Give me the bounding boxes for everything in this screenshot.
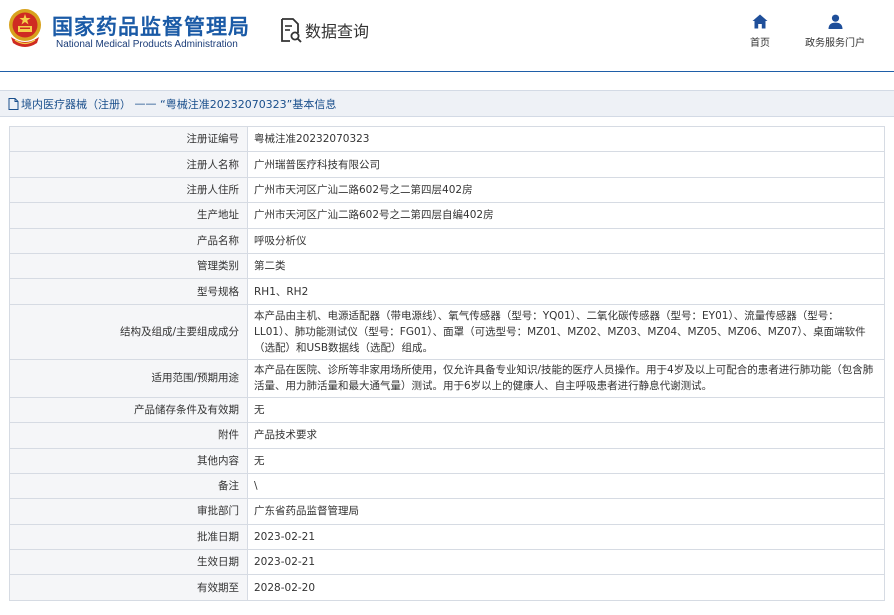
field-label: 适用范围/预期用途 [9,358,248,398]
field-value: 2023-02-21 [247,523,885,551]
field-value: 第二类 [247,252,885,280]
field-value: 2023-02-21 [247,549,885,576]
field-value: RH1、RH2 [247,278,885,305]
field-label: 注册证编号 [9,125,248,153]
nav-service-portal[interactable]: 政务服务门户 [800,14,870,49]
field-value: 广州瑞普医疗科技有限公司 [247,151,885,178]
field-value: 本产品由主机、电源适配器（带电源线）、氧气传感器（型号：YQ01）、二氧化碳传感… [247,303,885,360]
table-row: 管理类别 第二类 [9,252,885,280]
table-row: 产品储存条件及有效期 无 [9,396,885,424]
field-label: 结构及组成/主要组成成分 [9,303,248,360]
table-row: 备注 \ [9,472,885,500]
field-label: 注册人名称 [9,151,248,178]
field-value: \ [247,472,885,500]
table-row: 结构及组成/主要组成成分 本产品由主机、电源适配器（带电源线）、氧气传感器（型号… [9,303,885,360]
field-value: 无 [247,396,885,424]
nav-service-label: 政务服务门户 [805,38,865,49]
national-emblem-icon [9,9,41,47]
table-row: 附件 产品技术要求 [9,422,885,449]
field-label: 附件 [9,422,248,449]
field-label: 生产地址 [9,202,248,229]
table-row: 批准日期 2023-02-21 [9,523,885,551]
table-row: 有效期至 2028-02-20 [9,574,885,601]
field-label: 产品储存条件及有效期 [9,396,248,424]
table-row: 注册人住所 广州市天河区广汕二路602号之二第四层402房 [9,176,885,204]
site-subtitle: National Medical Products Administration [56,39,238,50]
table-row: 审批部门 广东省药品监督管理局 [9,498,885,525]
table-row: 注册人名称 广州瑞普医疗科技有限公司 [9,151,885,178]
field-label: 生效日期 [9,549,248,576]
site-header: 国家药品监督管理局 National Medical Products Admi… [0,0,894,72]
breadcrumb-category-link[interactable]: 境内医疗器械（注册） [21,96,131,112]
field-value: 呼吸分析仪 [247,227,885,254]
data-query-label: 数据查询 [305,22,370,41]
field-value: 粤械注准20232070323 [247,125,885,153]
data-query-title: 数据查询 [280,17,369,43]
table-row: 注册证编号 粤械注准20232070323 [9,125,885,153]
breadcrumb-separator: —— [131,97,160,110]
breadcrumb: 境内医疗器械（注册） —— “粤械注准20232070323”基本信息 [0,90,894,117]
field-value: 产品技术要求 [247,422,885,449]
breadcrumb-current: “粤械注准20232070323”基本信息 [160,97,337,111]
home-icon [752,14,768,29]
document-icon [8,97,19,110]
field-label: 有效期至 [9,574,248,601]
field-label: 批准日期 [9,523,248,551]
field-label: 产品名称 [9,227,248,254]
table-row: 生效日期 2023-02-21 [9,549,885,576]
registration-detail-table: 注册证编号 粤械注准20232070323 注册人名称 广州瑞普医疗科技有限公司… [9,125,885,601]
field-label: 管理类别 [9,252,248,280]
table-row: 产品名称 呼吸分析仪 [9,227,885,254]
field-label: 备注 [9,472,248,500]
table-row: 生产地址 广州市天河区广汕二路602号之二第四层自编402房 [9,202,885,229]
table-row: 型号规格 RH1、RH2 [9,278,885,305]
field-value: 广东省药品监督管理局 [247,498,885,525]
table-row: 其他内容 无 [9,447,885,474]
document-search-icon [281,18,302,43]
table-row: 适用范围/预期用途 本产品在医院、诊所等非家用场所使用，仅允许具备专业知识/技能… [9,358,885,398]
user-icon [828,14,842,29]
field-value: 无 [247,447,885,474]
field-value: 广州市天河区广汕二路602号之二第四层自编402房 [247,202,885,229]
field-value: 本产品在医院、诊所等非家用场所使用，仅允许具备专业知识/技能的医疗人员操作。用于… [247,358,885,398]
field-label: 其他内容 [9,447,248,474]
nav-home[interactable]: 首页 [746,14,774,49]
field-label: 型号规格 [9,278,248,305]
nav-home-label: 首页 [750,38,770,49]
field-value: 广州市天河区广汕二路602号之二第四层402房 [247,176,885,204]
site-title: 国家药品监督管理局 [52,15,250,39]
field-value: 2028-02-20 [247,574,885,601]
field-label: 审批部门 [9,498,248,525]
field-label: 注册人住所 [9,176,248,204]
